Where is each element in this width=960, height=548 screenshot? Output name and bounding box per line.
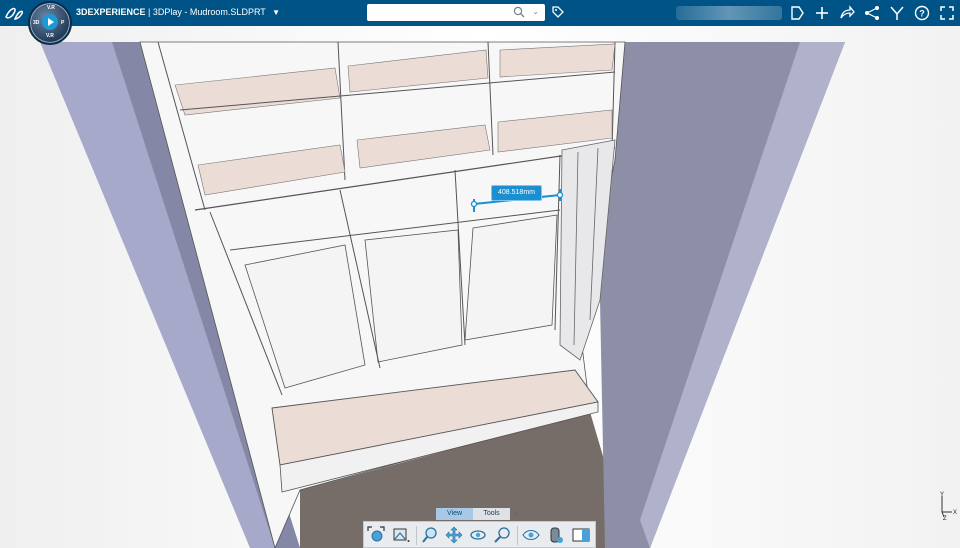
compass-right-label: P	[61, 20, 65, 26]
compass-widget[interactable]: V.R 3D P V.R	[28, 1, 72, 45]
tab-tools[interactable]: Tools	[473, 508, 510, 520]
fit-all-icon[interactable]	[366, 525, 386, 545]
network-icon[interactable]	[863, 4, 881, 22]
toolbar-separator	[517, 526, 518, 545]
plus-icon[interactable]	[813, 4, 831, 22]
toolbar-separator	[416, 526, 417, 545]
dassault-logo	[5, 7, 24, 20]
axis-x-label: X	[953, 510, 957, 516]
play-icon[interactable]	[42, 14, 58, 30]
compass-left-label: 3D	[33, 20, 40, 26]
tab-view[interactable]: View	[436, 508, 473, 520]
look-at-icon[interactable]	[521, 525, 541, 545]
fullscreen-icon[interactable]	[938, 4, 956, 22]
pan-icon[interactable]	[444, 525, 464, 545]
axis-y-label: Y	[940, 492, 944, 498]
svg-text:?: ?	[919, 9, 925, 19]
app-name: 3DPlay - Mudroom.SLDPRT	[152, 7, 266, 17]
view-mode-icon[interactable]	[391, 525, 411, 545]
compass-bottom-label: V.R	[46, 33, 54, 39]
top-bar: 3DEXPERIENCE | 3DPlay - Mudroom.SLDPRT ▼…	[0, 0, 960, 26]
share-icon[interactable]	[838, 4, 856, 22]
user-name-blurred[interactable]	[676, 6, 782, 20]
search-input[interactable]: ⌄	[367, 4, 545, 21]
collapse-chevron-icon[interactable]: ⌄	[512, 507, 520, 518]
3d-viewport[interactable]	[0, 26, 960, 548]
zoom-area-icon[interactable]	[492, 525, 512, 545]
action-bar	[363, 521, 596, 548]
display-icon[interactable]	[571, 525, 591, 545]
app-title[interactable]: 3DEXPERIENCE | 3DPlay - Mudroom.SLDPRT ▼	[76, 7, 280, 17]
compass-top-label: V.R	[47, 5, 55, 11]
tools-icon[interactable]	[888, 4, 906, 22]
brand-label: 3DEXPERIENCE	[76, 7, 146, 17]
zoom-icon[interactable]	[420, 525, 440, 545]
help-icon[interactable]: ?	[913, 4, 931, 22]
axis-z-label: Z	[943, 516, 947, 520]
search-dropdown-icon[interactable]: ⌄	[532, 7, 539, 16]
section-icon[interactable]	[546, 525, 566, 545]
rotate-icon[interactable]	[468, 525, 488, 545]
search-icon[interactable]	[513, 6, 525, 18]
title-separator: |	[148, 7, 151, 17]
measurement-label[interactable]: 408.518mm	[491, 185, 542, 201]
tag-icon[interactable]	[551, 5, 565, 19]
chevron-down-icon[interactable]: ▼	[272, 8, 280, 17]
mudroom-model	[40, 41, 845, 548]
add-icon[interactable]	[788, 4, 806, 22]
axis-triad: Y X Z	[940, 492, 957, 520]
